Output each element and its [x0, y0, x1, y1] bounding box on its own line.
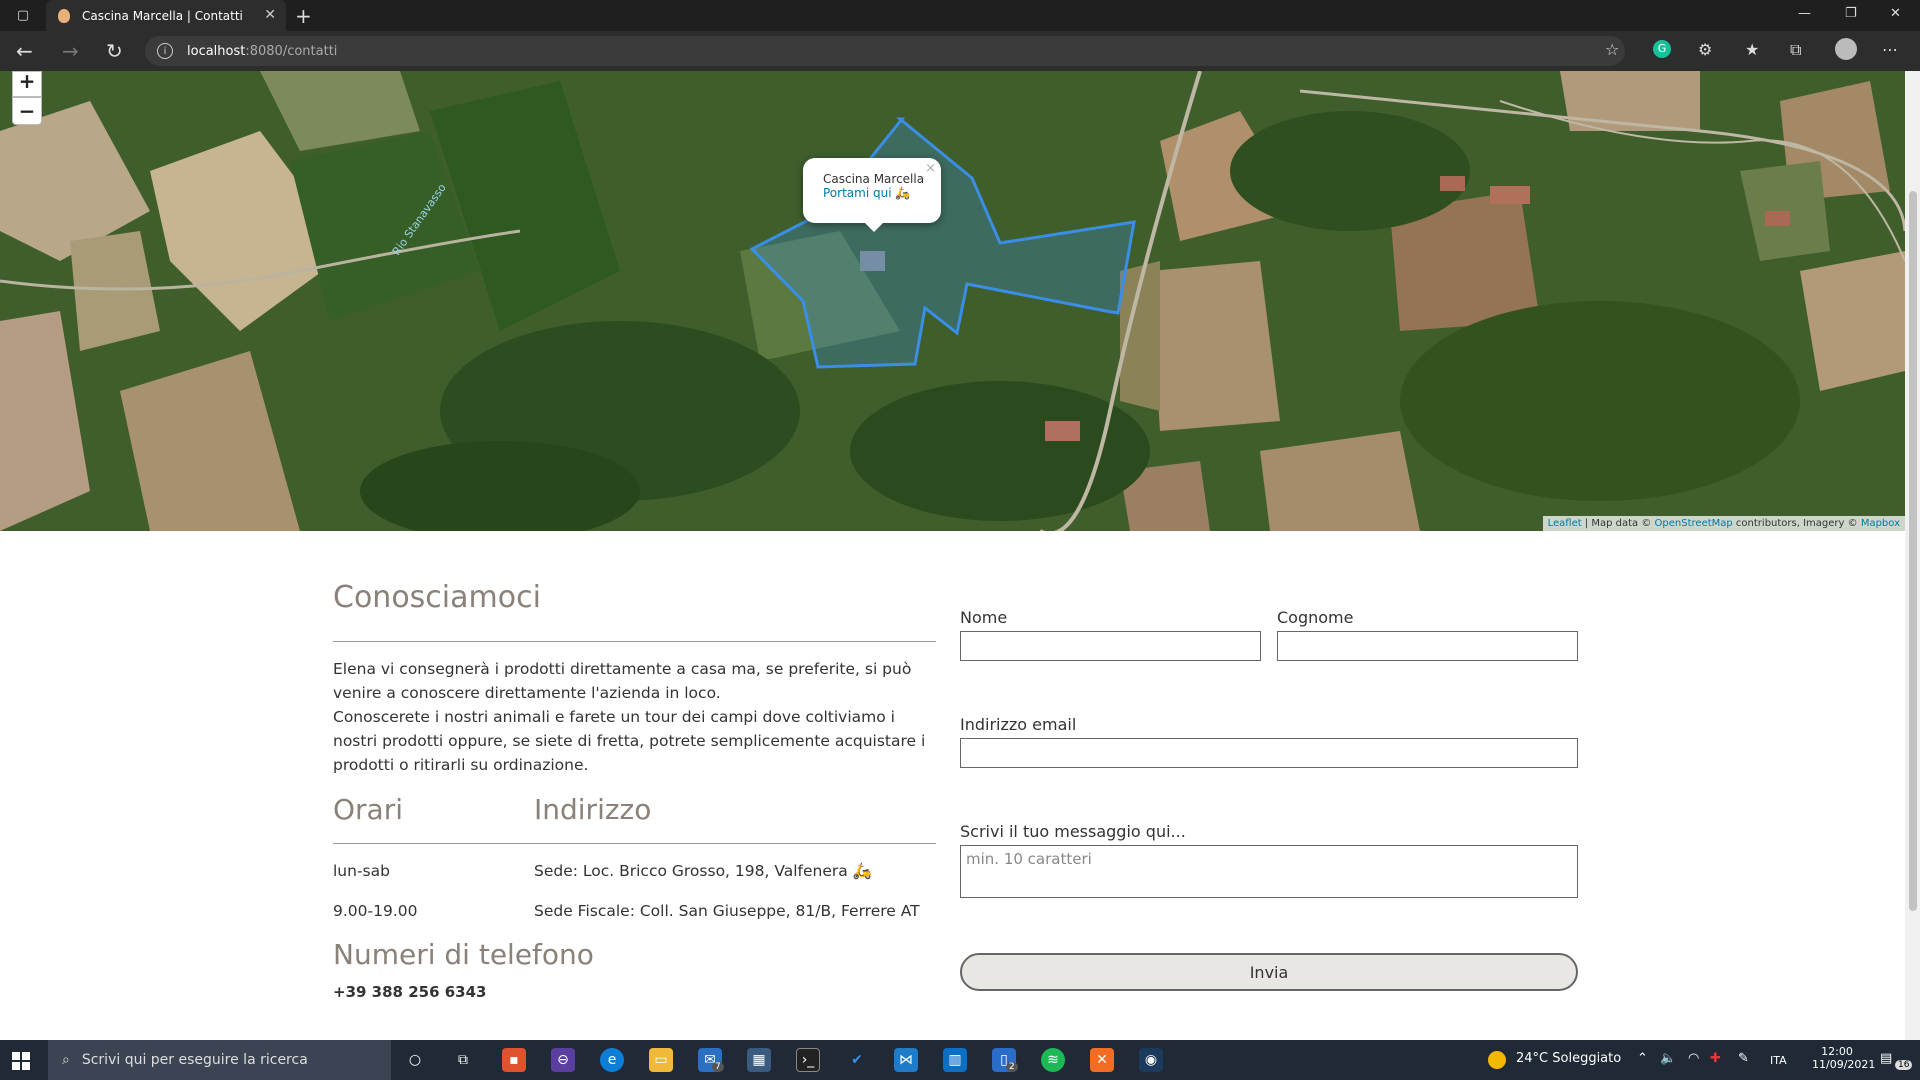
- table-divider: [333, 843, 936, 844]
- trello-icon[interactable]: ▥: [943, 1048, 967, 1072]
- wifi-icon[interactable]: ◠: [1688, 1051, 1699, 1066]
- favicon-icon: [58, 8, 70, 23]
- message-label: Scrivi il tuo messaggio qui...: [960, 822, 1186, 841]
- browser-tab[interactable]: Cascina Marcella | Contatti ✕: [46, 0, 286, 31]
- about-divider: [333, 641, 936, 642]
- volume-icon[interactable]: 🔈: [1660, 1051, 1676, 1066]
- extensions-icon[interactable]: ⚙: [1698, 40, 1712, 59]
- hours-days: lun-sab: [333, 862, 390, 880]
- address-main[interactable]: Sede: Loc. Bricco Grosso, 198, Valfenera…: [534, 862, 872, 880]
- windows-taskbar: ⌕ Scrivi qui per eseguire la ricerca ○ ⧉…: [0, 1040, 1920, 1080]
- site-info-icon[interactable]: i: [157, 43, 173, 59]
- zoom-in-button[interactable]: +: [12, 71, 42, 97]
- cognome-label: Cognome: [1277, 608, 1354, 627]
- favorite-add-icon[interactable]: ☆: [1605, 40, 1619, 59]
- url-field[interactable]: i localhost:8080/contatti: [145, 36, 1625, 66]
- submit-button[interactable]: Invia: [960, 953, 1578, 991]
- refresh-icon[interactable]: ↻: [106, 39, 123, 63]
- address-bar: ← → ↻ i localhost:8080/contatti ☆ G ⚙ ★ …: [0, 31, 1920, 71]
- pen-icon[interactable]: ✎: [1738, 1051, 1749, 1066]
- notification-icon[interactable]: ▤: [1880, 1051, 1892, 1066]
- zoom-out-button[interactable]: −: [12, 97, 42, 125]
- satellite-imagery: Rio Stanavasso: [0, 71, 1905, 531]
- more-icon[interactable]: ⋯: [1882, 40, 1898, 59]
- address-header: Indirizzo: [534, 793, 652, 826]
- cognome-input[interactable]: [1277, 631, 1578, 661]
- notification-badge: 16: [1895, 1060, 1913, 1070]
- browser-tab-bar: ▢ Cascina Marcella | Contatti ✕ + — ❐ ✕: [0, 0, 1920, 31]
- xampp-icon[interactable]: ✕: [1090, 1048, 1114, 1072]
- popup-directions-link[interactable]: Portami qui 🛵: [823, 186, 941, 200]
- notepad-badge: 2: [1006, 1062, 1018, 1072]
- email-input[interactable]: [960, 738, 1578, 768]
- hours-time: 9.00-19.00: [333, 902, 418, 920]
- language-indicator[interactable]: ITA: [1770, 1054, 1787, 1067]
- mail-badge: 7: [712, 1062, 724, 1072]
- map[interactable]: Rio Stanavasso + − × Cascina Marcella Po…: [0, 71, 1905, 531]
- clock[interactable]: 12:00 11/09/2021: [1812, 1045, 1876, 1071]
- message-box[interactable]: [960, 845, 1578, 898]
- tab-actions-icon[interactable]: ▢: [10, 0, 36, 31]
- phone-number: +39 388 256 6343: [333, 983, 487, 1001]
- clock-time: 12:00: [1821, 1045, 1853, 1058]
- weather-sun-icon: [1488, 1051, 1506, 1069]
- leaflet-link[interactable]: Leaflet: [1548, 518, 1582, 529]
- cortana-icon[interactable]: ○: [403, 1048, 427, 1072]
- hours-header: Orari: [333, 793, 403, 826]
- map-popup: × Cascina Marcella Portami qui 🛵: [803, 158, 941, 232]
- spotify-icon[interactable]: ≋: [1041, 1048, 1065, 1072]
- scrollbar-thumb[interactable]: [1909, 191, 1917, 911]
- address-fiscal: Sede Fiscale: Coll. San Giuseppe, 81/B, …: [534, 902, 920, 920]
- start-icon[interactable]: [12, 1052, 30, 1070]
- collections-icon[interactable]: ⧉: [1790, 40, 1801, 60]
- steam-icon[interactable]: ◉: [1139, 1048, 1163, 1072]
- nome-label: Nome: [960, 608, 1008, 627]
- popup-close-button[interactable]: ×: [925, 161, 936, 176]
- phone-title: Numeri di telefono: [333, 938, 594, 971]
- mapbox-link[interactable]: Mapbox: [1861, 518, 1900, 529]
- restore-icon[interactable]: ❐: [1845, 6, 1857, 21]
- store-icon[interactable]: ▦: [747, 1048, 771, 1072]
- todo-icon[interactable]: ✔: [845, 1048, 869, 1072]
- favorites-icon[interactable]: ★: [1745, 40, 1759, 59]
- grammarly-icon[interactable]: G: [1653, 40, 1671, 58]
- task-view-icon[interactable]: ⧉: [451, 1048, 475, 1072]
- new-tab-icon[interactable]: +: [295, 4, 312, 28]
- osm-link[interactable]: OpenStreetMap: [1655, 518, 1733, 529]
- popup-title: Cascina Marcella: [823, 172, 925, 186]
- forward-icon[interactable]: →: [62, 39, 79, 63]
- app-icon[interactable]: ▪: [502, 1048, 526, 1072]
- vscode-icon[interactable]: ⋈: [894, 1048, 918, 1072]
- minimize-icon[interactable]: —: [1798, 6, 1811, 21]
- window-close-icon[interactable]: ✕: [1890, 6, 1901, 21]
- attrib-text: | Map data ©: [1581, 518, 1655, 529]
- nome-input[interactable]: [960, 631, 1261, 661]
- weather-text[interactable]: 24°C Soleggiato: [1516, 1051, 1621, 1066]
- message-textarea[interactable]: [961, 846, 1577, 897]
- about-paragraph-2: Conoscerete i nostri animali e farete un…: [333, 708, 926, 774]
- search-placeholder: Scrivi qui per eseguire la ricerca: [81, 1052, 308, 1068]
- tab-close-icon[interactable]: ✕: [264, 7, 276, 23]
- page-scrollbar[interactable]: [1905, 71, 1920, 1040]
- file-explorer-icon[interactable]: ▭: [649, 1048, 673, 1072]
- tab-title: Cascina Marcella | Contatti: [82, 8, 243, 23]
- app-tray-icon[interactable]: ✚: [1710, 1051, 1721, 1066]
- search-icon: ⌕: [62, 1052, 70, 1068]
- app-icon[interactable]: ⊖: [551, 1048, 575, 1072]
- about-paragraph-1: Elena vi consegnerà i prodotti direttame…: [333, 660, 912, 702]
- terminal-icon[interactable]: ›_: [796, 1048, 820, 1072]
- back-icon[interactable]: ←: [16, 39, 33, 63]
- url-text: localhost:8080/contatti: [187, 43, 338, 59]
- about-title: Conosciamoci: [333, 580, 541, 615]
- map-attribution: Leaflet | Map data © OpenStreetMap contr…: [1542, 516, 1905, 531]
- email-label: Indirizzo email: [960, 715, 1077, 734]
- taskbar-search[interactable]: ⌕ Scrivi qui per eseguire la ricerca: [48, 1040, 391, 1080]
- attrib-contrib-text: contributors, Imagery ©: [1732, 518, 1861, 529]
- clock-date: 11/09/2021: [1812, 1058, 1876, 1071]
- chevron-up-icon[interactable]: ⌃: [1637, 1051, 1648, 1066]
- edge-icon[interactable]: e: [600, 1048, 624, 1072]
- profile-avatar[interactable]: [1835, 38, 1857, 60]
